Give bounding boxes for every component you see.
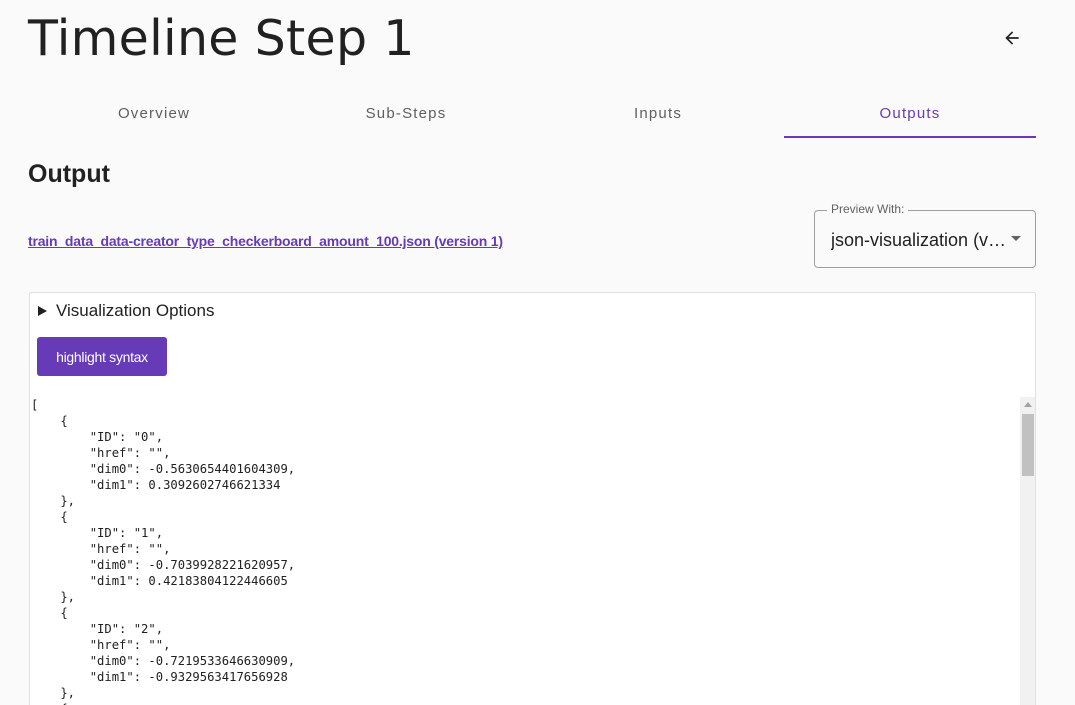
visualization-options-label: Visualization Options (56, 301, 215, 320)
arrow-left-icon (1002, 28, 1022, 53)
preview-with-select[interactable]: Preview With: json-visualization (v… (814, 202, 1036, 268)
tab-overview[interactable]: Overview (28, 88, 280, 138)
json-code-view[interactable]: [ { "ID": "0", "href": "", "dim0": -0.56… (30, 397, 1020, 705)
scrollbar-thumb[interactable] (1022, 414, 1034, 476)
back-button[interactable] (994, 22, 1030, 58)
tab-label: Inputs (633, 104, 683, 122)
code-scrollbar[interactable] (1020, 397, 1035, 705)
preview-with-label: Preview With: (827, 202, 909, 216)
highlight-syntax-button[interactable]: highlight syntax (37, 337, 167, 376)
tab-sub-steps[interactable]: Sub-Steps (280, 88, 532, 138)
preview-with-value: json-visualization (v… (831, 230, 1007, 250)
output-file-link[interactable]: train_data_data-creator_type_checkerboar… (28, 233, 503, 249)
chevron-down-icon (1011, 236, 1021, 241)
page: Timeline Step 1 Overview Sub-Steps Input… (0, 0, 1075, 705)
tab-label: Outputs (879, 104, 941, 122)
tab-outputs[interactable]: Outputs (784, 88, 1036, 138)
tab-inputs[interactable]: Inputs (532, 88, 784, 138)
tab-bar: Overview Sub-Steps Inputs Outputs (28, 88, 1036, 138)
page-title: Timeline Step 1 (28, 10, 415, 67)
visualization-options-toggle[interactable]: Visualization Options (38, 301, 214, 321)
tab-label: Sub-Steps (365, 104, 447, 122)
tab-label: Overview (117, 104, 191, 122)
triangle-right-icon (38, 306, 47, 316)
scroll-up-icon[interactable] (1024, 402, 1032, 407)
visualization-card: Visualization Options highlight syntax [… (29, 292, 1036, 705)
json-code-text: [ { "ID": "0", "href": "", "dim0": -0.56… (31, 398, 296, 705)
output-heading: Output (28, 160, 110, 188)
